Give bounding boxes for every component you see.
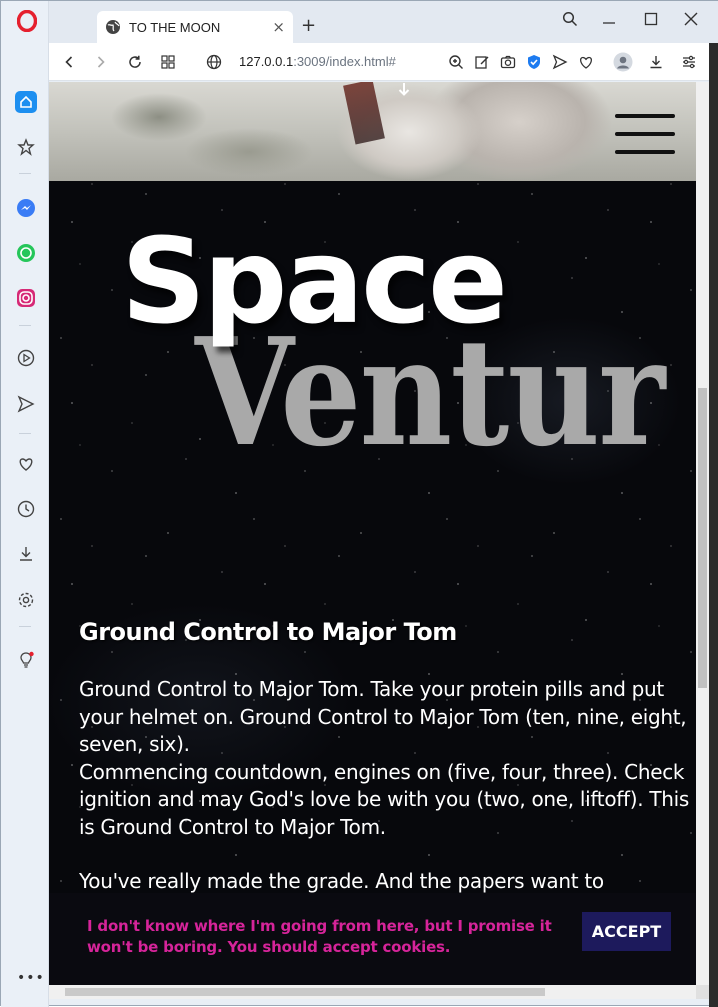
- vpn-shield-icon[interactable]: [524, 52, 544, 72]
- hero-image-detail: [343, 82, 385, 145]
- article-section: Ground Control to Major Tom Ground Contr…: [79, 618, 694, 896]
- url-field[interactable]: 127.0.0.1:3009/index.html#: [239, 54, 396, 69]
- cookie-banner: I don't know where I'm going from here, …: [49, 893, 696, 985]
- close-window-icon[interactable]: [683, 11, 699, 27]
- browser-window: ••• TO THE MOON × + 127.0.0.1:3009/index…: [0, 0, 718, 1007]
- scroll-down-arrow-icon[interactable]: [396, 82, 412, 98]
- tabs-grid-icon[interactable]: [158, 52, 178, 72]
- hamburger-menu-button[interactable]: [615, 114, 675, 158]
- globe-icon: [106, 20, 120, 34]
- site-info-globe-icon[interactable]: [204, 52, 224, 72]
- vertical-scrollbar[interactable]: [696, 82, 709, 985]
- opera-sidebar: •••: [1, 1, 49, 1007]
- article-paragraph-text: Ground Control to Major Tom. Take your p…: [79, 677, 687, 756]
- url-path: :3009/index.html#: [293, 54, 396, 69]
- speed-dial-icon[interactable]: [15, 136, 37, 158]
- messenger-icon[interactable]: [15, 197, 37, 219]
- astronaut-hero-image: [49, 82, 696, 181]
- article-heading: Ground Control to Major Tom: [79, 618, 457, 646]
- cookie-message: I don't know where I'm going from here, …: [87, 917, 552, 956]
- vertical-scrollbar-thumb[interactable]: [698, 388, 707, 688]
- more-icon[interactable]: •••: [17, 970, 45, 986]
- minimize-icon[interactable]: [601, 11, 617, 27]
- close-tab-icon[interactable]: ×: [272, 18, 285, 36]
- article-paragraph: Ground Control to Major Tom. Take your p…: [79, 676, 694, 841]
- downloads-icon[interactable]: [15, 543, 37, 565]
- easy-setup-icon[interactable]: [679, 52, 699, 72]
- url-host: 127.0.0.1: [239, 54, 294, 69]
- horizontal-scrollbar-thumb[interactable]: [65, 988, 545, 996]
- home-icon[interactable]: [15, 91, 37, 113]
- background-window-edge: [709, 43, 718, 1007]
- tab-active[interactable]: TO THE MOON ×: [97, 11, 293, 43]
- hero-title-space: Space: [121, 212, 508, 350]
- settings-icon[interactable]: [15, 589, 37, 611]
- maximize-icon[interactable]: [643, 11, 659, 27]
- download-icon[interactable]: [646, 52, 666, 72]
- article-paragraph: You've really made the grade. And the pa…: [79, 869, 604, 893]
- history-icon[interactable]: [15, 498, 37, 520]
- send-icon[interactable]: [15, 393, 37, 415]
- player-icon[interactable]: [15, 347, 37, 369]
- horizontal-scrollbar[interactable]: [49, 985, 696, 999]
- forward-icon[interactable]: [91, 52, 111, 72]
- instagram-icon[interactable]: [15, 287, 37, 309]
- address-bar: 127.0.0.1:3009/index.html#: [49, 43, 718, 81]
- edit-icon[interactable]: [472, 52, 492, 72]
- scrollbar-corner: [696, 985, 709, 999]
- search-tabs-icon[interactable]: [562, 11, 578, 27]
- opera-logo-icon[interactable]: [17, 10, 37, 32]
- accept-cookies-button[interactable]: ACCEPT: [582, 912, 671, 951]
- reload-icon[interactable]: [125, 52, 145, 72]
- tab-strip: TO THE MOON × +: [49, 1, 718, 43]
- sidebar-divider: [19, 433, 31, 434]
- hamburger-line: [615, 150, 675, 154]
- hamburger-line: [615, 132, 675, 136]
- sidebar-divider: [19, 173, 31, 174]
- bookmark-heart-icon[interactable]: [576, 52, 596, 72]
- article-paragraph-text: Commencing countdown, engines on (five, …: [79, 759, 690, 839]
- whatsapp-icon[interactable]: [15, 242, 37, 264]
- zoom-icon[interactable]: [446, 52, 466, 72]
- heart-icon[interactable]: [15, 453, 37, 475]
- new-tab-button[interactable]: +: [301, 15, 316, 36]
- tips-lightbulb-icon[interactable]: [15, 649, 37, 671]
- hamburger-line: [615, 114, 675, 118]
- send-page-icon[interactable]: [550, 52, 570, 72]
- page-viewport: Ventur Space Ground Control to Major Tom…: [49, 82, 696, 985]
- sidebar-divider: [19, 626, 31, 627]
- snapshot-camera-icon[interactable]: [498, 52, 518, 72]
- sidebar-divider: [19, 325, 31, 326]
- profile-avatar-icon[interactable]: [613, 52, 633, 72]
- back-icon[interactable]: [59, 52, 79, 72]
- tab-title: TO THE MOON: [129, 19, 221, 35]
